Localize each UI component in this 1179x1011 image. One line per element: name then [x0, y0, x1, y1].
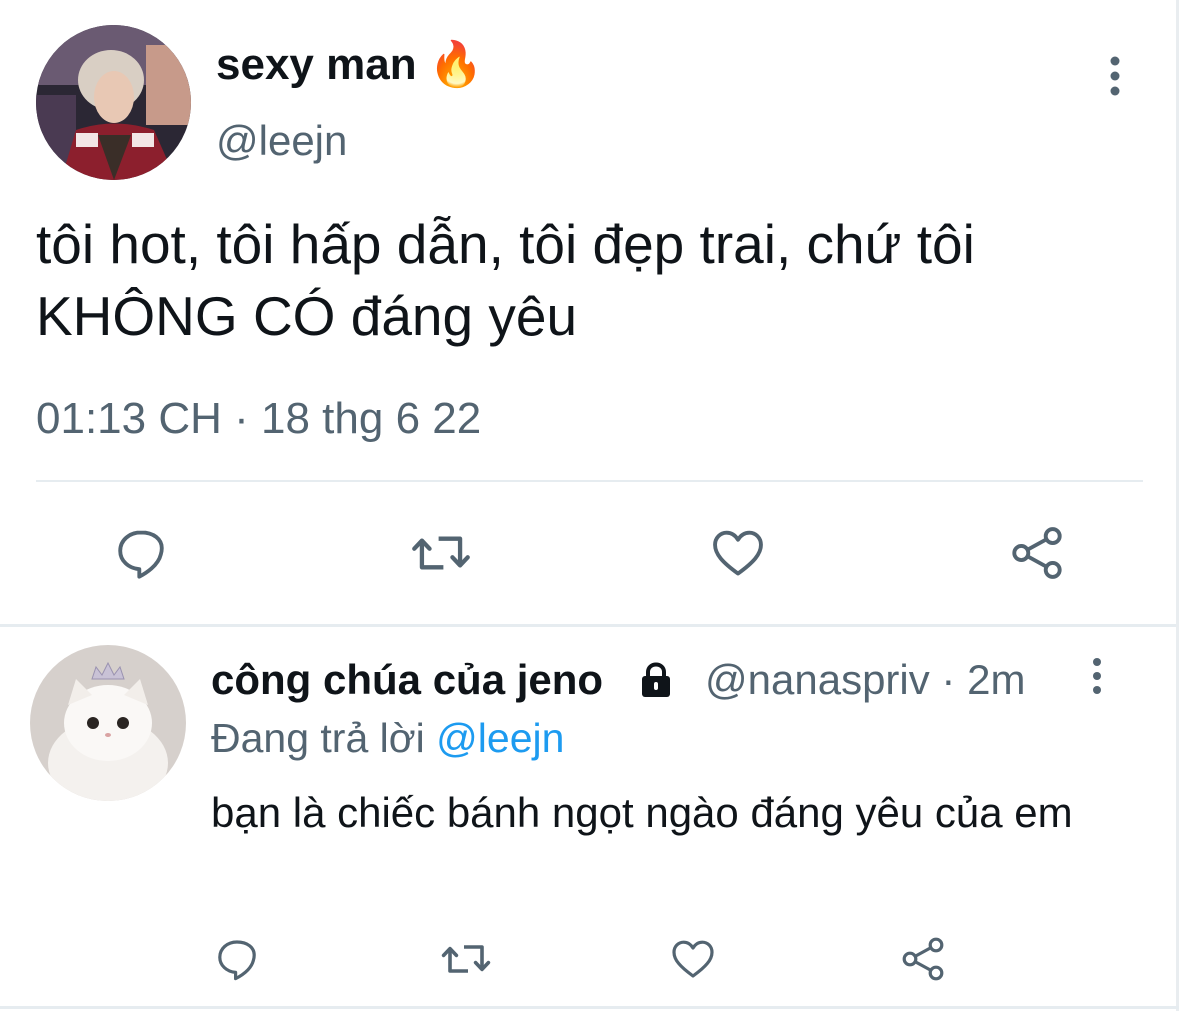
author-handle[interactable]: @leejn — [216, 116, 347, 166]
cat-photo — [30, 645, 186, 801]
more-vertical-icon — [1093, 658, 1101, 694]
reply-icon — [118, 530, 164, 579]
share-icon — [902, 937, 944, 981]
replying-to-line: Đang trả lời @leejn — [211, 713, 564, 763]
reply-more-button[interactable] — [1087, 657, 1107, 697]
more-options-button[interactable] — [1103, 56, 1127, 98]
reply-meta: @nanaspriv · 2m — [705, 655, 1025, 705]
reply-age[interactable]: 2m — [967, 656, 1025, 703]
author-display-name[interactable]: sexy man — [216, 40, 417, 89]
reply-share-button[interactable] — [899, 935, 947, 983]
lock-icon — [639, 661, 673, 704]
reply-like-button[interactable] — [668, 935, 718, 983]
tweet-time: 01:13 CH — [36, 394, 222, 443]
person-photo — [36, 25, 191, 180]
reply-avatar[interactable] — [30, 645, 186, 801]
tweet-timestamp[interactable]: 01:13 CH · 18 thg 6 22 — [36, 394, 481, 444]
replying-prefix: Đang trả lời — [211, 715, 425, 761]
share-icon — [1012, 527, 1062, 579]
retweet-icon — [412, 536, 470, 570]
reply-display-name[interactable]: công chúa của jeno — [211, 656, 603, 703]
reply-handle[interactable]: @nanaspriv — [705, 656, 930, 703]
heart-icon — [713, 530, 763, 576]
reply-separator: · — [941, 656, 956, 703]
timestamp-separator: · — [234, 394, 249, 443]
retweet-button[interactable] — [410, 524, 472, 582]
reply-text: bạn là chiếc bánh ngọt ngào đáng yêu của… — [211, 789, 1073, 836]
section-divider — [0, 624, 1179, 627]
fire-emoji: 🔥 — [428, 40, 484, 89]
reply-button[interactable] — [112, 524, 170, 582]
divider — [36, 480, 1143, 482]
reply-retweet-button[interactable] — [440, 935, 492, 983]
heart-icon — [672, 940, 714, 978]
tweet-date: 18 thg 6 22 — [261, 394, 482, 443]
reply-header: công chúa của jeno — [211, 655, 670, 705]
share-button[interactable] — [1008, 524, 1066, 582]
reply-icon — [218, 940, 256, 981]
bottom-divider — [0, 1006, 1179, 1009]
replying-to-mention[interactable]: @leejn — [436, 715, 564, 761]
author-name-row[interactable]: sexy man 🔥 — [216, 40, 484, 90]
reply-reply-button[interactable] — [213, 935, 261, 983]
author-avatar[interactable] — [36, 25, 191, 180]
tweet-text: tôi hot, tôi hấp dẫn, tôi đẹp trai, chứ … — [36, 213, 975, 347]
more-vertical-icon — [1110, 56, 1120, 96]
like-button[interactable] — [708, 524, 768, 582]
retweet-icon — [441, 945, 491, 973]
